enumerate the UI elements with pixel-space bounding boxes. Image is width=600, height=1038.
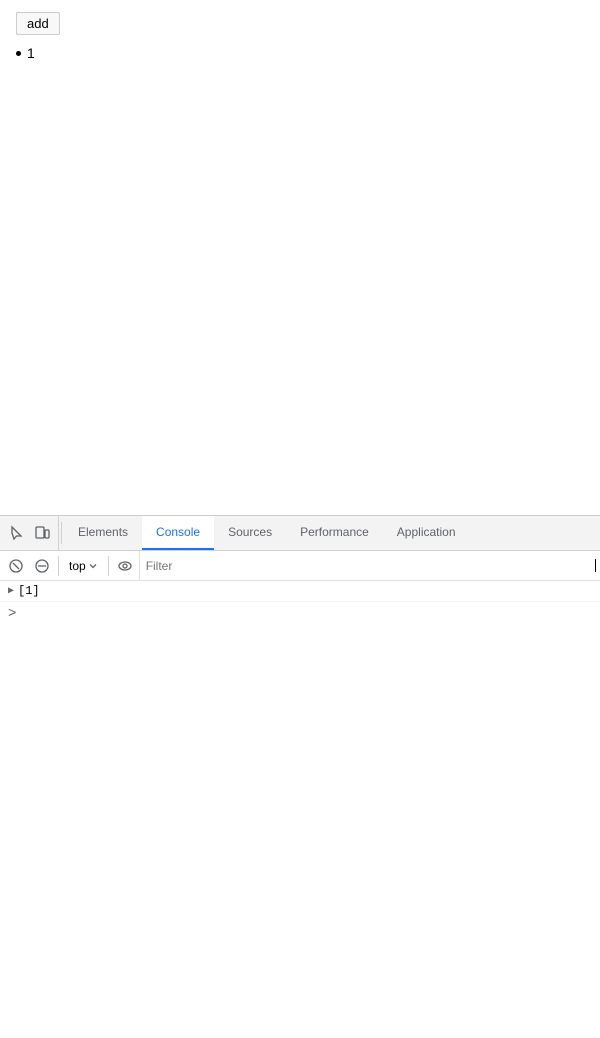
live-expressions-button[interactable] <box>113 554 137 578</box>
block-icon <box>35 559 49 573</box>
devtools-tabs-bar: Elements Console Sources Performance App… <box>0 516 600 551</box>
expand-arrow-icon: ▶ <box>8 584 14 597</box>
context-label: top <box>69 559 86 573</box>
console-toolbar: top <box>0 551 600 581</box>
devtools-panel: Elements Console Sources Performance App… <box>0 515 600 1038</box>
tab-application[interactable]: Application <box>383 516 470 550</box>
console-output: ▶ [1] > <box>0 581 600 1038</box>
filter-input[interactable] <box>146 559 595 573</box>
cursor-icon <box>8 525 24 541</box>
log-array-value: [1] <box>18 584 40 598</box>
tab-console[interactable]: Console <box>142 516 214 550</box>
devtools-icon-group <box>0 516 59 550</box>
tab-elements[interactable]: Elements <box>64 516 142 550</box>
console-prompt-line[interactable]: > <box>0 602 600 626</box>
eye-icon <box>117 558 133 574</box>
prompt-symbol: > <box>8 606 16 622</box>
clear-console-button[interactable] <box>4 554 28 578</box>
tab-separator <box>61 522 62 544</box>
text-cursor <box>595 559 596 572</box>
toolbar-separator-2 <box>108 556 109 576</box>
inspect-element-icon-button[interactable] <box>4 521 28 545</box>
block-messages-button[interactable] <box>30 554 54 578</box>
filter-input-wrapper <box>139 551 596 580</box>
page-content: add 1 <box>0 0 600 515</box>
tab-sources[interactable]: Sources <box>214 516 286 550</box>
device-toolbar-icon-button[interactable] <box>30 521 54 545</box>
device-icon <box>34 525 50 541</box>
bullet-item: 1 <box>16 45 584 61</box>
tabs-list: Elements Console Sources Performance App… <box>64 516 600 550</box>
tab-performance[interactable]: Performance <box>286 516 383 550</box>
context-selector[interactable]: top <box>63 557 104 575</box>
dropdown-arrow-icon <box>88 561 98 571</box>
bullet-text: 1 <box>27 45 35 61</box>
console-log-entry-1[interactable]: ▶ [1] <box>0 581 600 602</box>
toolbar-separator-1 <box>58 556 59 576</box>
clear-icon <box>9 559 23 573</box>
bullet-dot <box>16 51 21 56</box>
add-button[interactable]: add <box>16 12 60 35</box>
